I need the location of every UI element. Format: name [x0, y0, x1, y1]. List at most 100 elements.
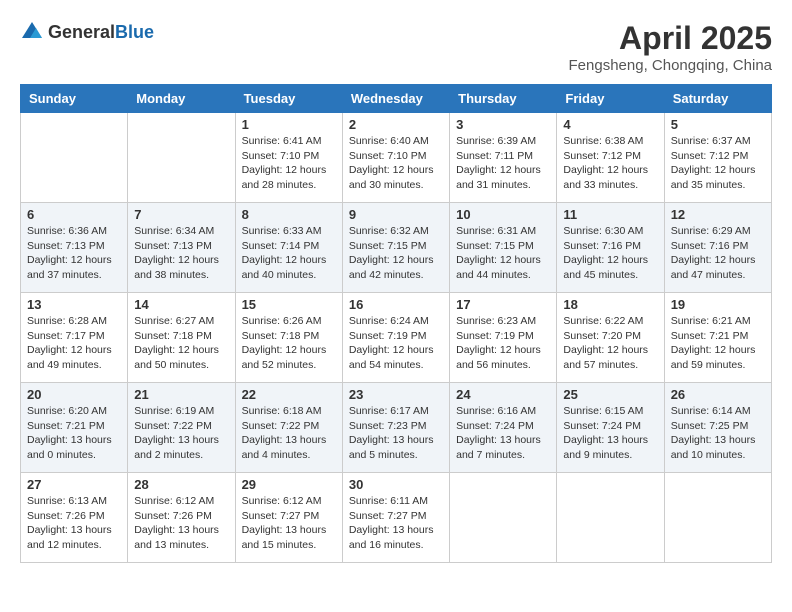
calendar-week-row: 1 Sunrise: 6:41 AM Sunset: 7:10 PM Daylig… — [21, 113, 772, 203]
calendar-cell: 30 Sunrise: 6:11 AM Sunset: 7:27 PM Dayli… — [342, 473, 449, 563]
header: General Blue April 2025 Fengsheng, Chong… — [20, 20, 772, 74]
calendar-cell: 6 Sunrise: 6:36 AM Sunset: 7:13 PM Daylig… — [21, 203, 128, 293]
day-number: 8 — [242, 207, 336, 222]
calendar-week-row: 13Sunrise: 6:28 AM Sunset: 7:17 PM Dayli… — [21, 293, 772, 383]
day-info: Sunrise: 6:29 AM Sunset: 7:16 PM Dayligh… — [671, 224, 765, 283]
calendar-cell: 28 Sunrise: 6:12 AM Sunset: 7:26 PM Dayli… — [128, 473, 235, 563]
day-number: 29 — [242, 477, 336, 492]
day-info: Sunrise: 6:19 AM Sunset: 7:22 PM Dayligh… — [134, 404, 228, 463]
day-number: 2 — [349, 117, 443, 132]
day-info: Sunrise: 6:37 AM Sunset: 7:12 PM Dayligh… — [671, 134, 765, 193]
day-info: Sunrise: 6:32 AM Sunset: 7:15 PM Dayligh… — [349, 224, 443, 283]
day-number: 28 — [134, 477, 228, 492]
weekday-header-wednesday: Wednesday — [342, 85, 449, 113]
day-number: 9 — [349, 207, 443, 222]
day-number: 26 — [671, 387, 765, 402]
day-info: Sunrise: 6:27 AM Sunset: 7:18 PM Dayligh… — [134, 314, 228, 373]
calendar-cell: 10 Sunrise: 6:31 AM Sunset: 7:15 PM Dayli… — [450, 203, 557, 293]
day-number: 14 — [134, 297, 228, 312]
day-number: 12 — [671, 207, 765, 222]
calendar-week-row: 6 Sunrise: 6:36 AM Sunset: 7:13 PM Daylig… — [21, 203, 772, 293]
calendar-cell — [664, 473, 771, 563]
day-number: 22 — [242, 387, 336, 402]
calendar-cell — [128, 113, 235, 203]
calendar-cell: 11Sunrise: 6:30 AM Sunset: 7:16 PM Dayli… — [557, 203, 664, 293]
day-info: Sunrise: 6:39 AM Sunset: 7:11 PM Dayligh… — [456, 134, 550, 193]
day-info: Sunrise: 6:16 AM Sunset: 7:24 PM Dayligh… — [456, 404, 550, 463]
calendar-cell: 18 Sunrise: 6:22 AM Sunset: 7:20 PM Dayli… — [557, 293, 664, 383]
day-number: 3 — [456, 117, 550, 132]
day-number: 10 — [456, 207, 550, 222]
calendar-cell — [450, 473, 557, 563]
day-number: 6 — [27, 207, 121, 222]
weekday-header-tuesday: Tuesday — [235, 85, 342, 113]
calendar-cell: 13Sunrise: 6:28 AM Sunset: 7:17 PM Dayli… — [21, 293, 128, 383]
calendar-cell: 20 Sunrise: 6:20 AM Sunset: 7:21 PM Dayli… — [21, 383, 128, 473]
calendar-cell: 5Sunrise: 6:37 AM Sunset: 7:12 PM Daylig… — [664, 113, 771, 203]
day-info: Sunrise: 6:40 AM Sunset: 7:10 PM Dayligh… — [349, 134, 443, 193]
day-number: 11 — [563, 207, 657, 222]
day-number: 20 — [27, 387, 121, 402]
location-subtitle: Fengsheng, Chongqing, China — [569, 57, 772, 74]
day-info: Sunrise: 6:14 AM Sunset: 7:25 PM Dayligh… — [671, 404, 765, 463]
logo-blue-text: Blue — [115, 23, 154, 41]
day-number: 21 — [134, 387, 228, 402]
calendar-cell: 8 Sunrise: 6:33 AM Sunset: 7:14 PM Daylig… — [235, 203, 342, 293]
day-info: Sunrise: 6:41 AM Sunset: 7:10 PM Dayligh… — [242, 134, 336, 193]
calendar-cell: 4Sunrise: 6:38 AM Sunset: 7:12 PM Daylig… — [557, 113, 664, 203]
day-number: 15 — [242, 297, 336, 312]
weekday-header-friday: Friday — [557, 85, 664, 113]
day-number: 7 — [134, 207, 228, 222]
calendar-cell: 12 Sunrise: 6:29 AM Sunset: 7:16 PM Dayli… — [664, 203, 771, 293]
day-number: 18 — [563, 297, 657, 312]
logo-general-text: General — [48, 23, 115, 41]
calendar-cell: 25Sunrise: 6:15 AM Sunset: 7:24 PM Dayli… — [557, 383, 664, 473]
calendar-cell: 7 Sunrise: 6:34 AM Sunset: 7:13 PM Daylig… — [128, 203, 235, 293]
logo-icon — [20, 20, 44, 44]
day-info: Sunrise: 6:22 AM Sunset: 7:20 PM Dayligh… — [563, 314, 657, 373]
calendar-cell: 27 Sunrise: 6:13 AM Sunset: 7:26 PM Dayli… — [21, 473, 128, 563]
day-number: 24 — [456, 387, 550, 402]
calendar-cell: 2 Sunrise: 6:40 AM Sunset: 7:10 PM Daylig… — [342, 113, 449, 203]
calendar-cell: 26 Sunrise: 6:14 AM Sunset: 7:25 PM Dayli… — [664, 383, 771, 473]
calendar-cell: 15Sunrise: 6:26 AM Sunset: 7:18 PM Dayli… — [235, 293, 342, 383]
calendar-cell: 16Sunrise: 6:24 AM Sunset: 7:19 PM Dayli… — [342, 293, 449, 383]
day-number: 23 — [349, 387, 443, 402]
day-number: 30 — [349, 477, 443, 492]
calendar-cell: 21 Sunrise: 6:19 AM Sunset: 7:22 PM Dayli… — [128, 383, 235, 473]
logo: General Blue — [20, 20, 154, 44]
weekday-header-saturday: Saturday — [664, 85, 771, 113]
day-number: 16 — [349, 297, 443, 312]
day-info: Sunrise: 6:34 AM Sunset: 7:13 PM Dayligh… — [134, 224, 228, 283]
calendar-week-row: 20 Sunrise: 6:20 AM Sunset: 7:21 PM Dayli… — [21, 383, 772, 473]
day-info: Sunrise: 6:13 AM Sunset: 7:26 PM Dayligh… — [27, 494, 121, 553]
calendar-cell — [21, 113, 128, 203]
month-year-title: April 2025 — [569, 20, 772, 57]
calendar-cell: 22Sunrise: 6:18 AM Sunset: 7:22 PM Dayli… — [235, 383, 342, 473]
calendar-cell: 9 Sunrise: 6:32 AM Sunset: 7:15 PM Daylig… — [342, 203, 449, 293]
day-info: Sunrise: 6:12 AM Sunset: 7:26 PM Dayligh… — [134, 494, 228, 553]
calendar-cell: 19 Sunrise: 6:21 AM Sunset: 7:21 PM Dayli… — [664, 293, 771, 383]
day-info: Sunrise: 6:33 AM Sunset: 7:14 PM Dayligh… — [242, 224, 336, 283]
calendar-cell: 17Sunrise: 6:23 AM Sunset: 7:19 PM Dayli… — [450, 293, 557, 383]
day-number: 19 — [671, 297, 765, 312]
weekday-header-sunday: Sunday — [21, 85, 128, 113]
day-info: Sunrise: 6:36 AM Sunset: 7:13 PM Dayligh… — [27, 224, 121, 283]
day-info: Sunrise: 6:23 AM Sunset: 7:19 PM Dayligh… — [456, 314, 550, 373]
calendar-cell: 14 Sunrise: 6:27 AM Sunset: 7:18 PM Dayli… — [128, 293, 235, 383]
day-info: Sunrise: 6:31 AM Sunset: 7:15 PM Dayligh… — [456, 224, 550, 283]
day-number: 25 — [563, 387, 657, 402]
weekday-header-monday: Monday — [128, 85, 235, 113]
calendar-table: SundayMondayTuesdayWednesdayThursdayFrid… — [20, 84, 772, 563]
day-info: Sunrise: 6:12 AM Sunset: 7:27 PM Dayligh… — [242, 494, 336, 553]
day-number: 27 — [27, 477, 121, 492]
day-info: Sunrise: 6:21 AM Sunset: 7:21 PM Dayligh… — [671, 314, 765, 373]
title-area: April 2025 Fengsheng, Chongqing, China — [569, 20, 772, 74]
calendar-cell: 23Sunrise: 6:17 AM Sunset: 7:23 PM Dayli… — [342, 383, 449, 473]
day-number: 1 — [242, 117, 336, 132]
day-info: Sunrise: 6:11 AM Sunset: 7:27 PM Dayligh… — [349, 494, 443, 553]
calendar-week-row: 27 Sunrise: 6:13 AM Sunset: 7:26 PM Dayli… — [21, 473, 772, 563]
day-info: Sunrise: 6:28 AM Sunset: 7:17 PM Dayligh… — [27, 314, 121, 373]
day-info: Sunrise: 6:38 AM Sunset: 7:12 PM Dayligh… — [563, 134, 657, 193]
day-info: Sunrise: 6:20 AM Sunset: 7:21 PM Dayligh… — [27, 404, 121, 463]
